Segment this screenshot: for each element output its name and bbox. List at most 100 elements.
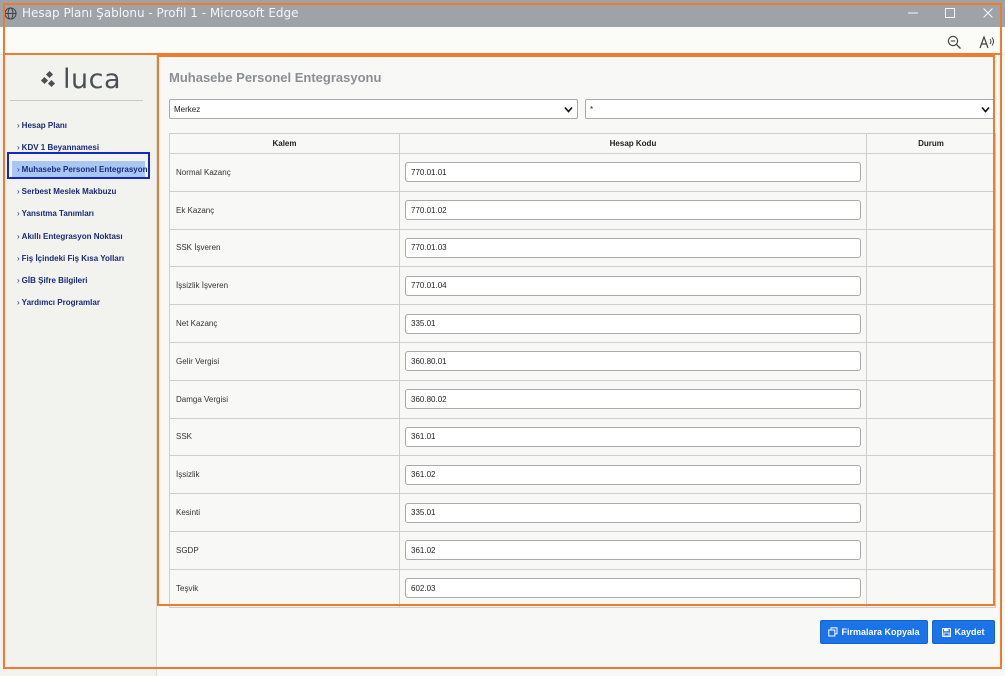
hesap-kodu-input[interactable]: 602.03	[405, 578, 861, 599]
chevron-right-icon: ›	[17, 231, 20, 241]
sidebar-item-yansitma-tanimlari[interactable]: › Yansıtma Tanımları	[12, 203, 150, 225]
hesap-kodu-input[interactable]: 335.01	[405, 502, 861, 523]
hesap-kodu-cell: 335.01	[399, 493, 867, 532]
sidebar-item-serbest-meslek-makbuzu[interactable]: › Serbest Meslek Makbuzu	[12, 181, 150, 203]
hesap-kodu-input[interactable]: 360.80.02	[405, 389, 861, 410]
sidebar-item-label: Yansıtma Tanımları	[21, 209, 94, 219]
hesap-kodu-input[interactable]: 770.01.02	[405, 200, 861, 221]
durum-cell	[866, 530, 996, 570]
sidebar-item-label: Hesap Planı	[21, 120, 68, 130]
sidebar-item-label: Fiş İçindeki Fiş Kısa Yolları	[21, 253, 125, 263]
sidebar-item-hesap-plani[interactable]: › Hesap Planı	[12, 114, 150, 136]
maximize-button[interactable]	[939, 3, 961, 23]
durum-cell	[866, 455, 996, 495]
chevron-right-icon: ›	[17, 209, 20, 219]
kalem-cell: Gelir Vergisi	[169, 341, 400, 381]
kalem-cell: Kesinti	[169, 493, 400, 532]
chevron-right-icon: ›	[17, 120, 20, 130]
table-row: Normal Kazanç 770.01.01	[169, 153, 996, 192]
hesap-kodu-input[interactable]: 770.01.04	[405, 275, 861, 296]
luca-logo-mark	[40, 70, 56, 88]
page-title: Muhasebe Personel Entegrasyonu	[169, 70, 382, 85]
browser-toolbar	[0, 27, 1005, 55]
chevron-right-icon: ›	[17, 298, 20, 308]
chevron-down-icon	[564, 106, 573, 113]
kalem-cell: Net Kazanç	[169, 304, 400, 343]
sidebar-item-fis-kisa-yollari[interactable]: › Fiş İçindeki Fiş Kısa Yolları	[12, 247, 150, 269]
minimize-button[interactable]	[902, 3, 924, 23]
copy-to-companies-label: Firmalara Kopyala	[841, 627, 920, 637]
branch-select-value: Merkez	[174, 104, 201, 114]
hesap-kodu-cell: 361.01	[399, 417, 867, 457]
durum-cell	[866, 568, 996, 608]
hesap-kodu-cell: 335.01	[399, 304, 867, 343]
second-select-value: *	[590, 104, 594, 114]
read-aloud-button[interactable]	[978, 33, 996, 51]
sidebar-item-gib-sifre-bilgileri[interactable]: › GİB Şifre Bilgileri	[12, 269, 150, 291]
chevron-right-icon: ›	[17, 142, 20, 152]
hesap-kodu-input[interactable]: 770.01.01	[405, 162, 861, 183]
hesap-kodu-cell: 770.01.03	[399, 228, 867, 268]
table-row: SGDP 361.02	[169, 530, 996, 570]
table-row: İşsizlik 361.02	[169, 455, 996, 495]
read-aloud-icon	[978, 34, 994, 48]
globe-icon	[4, 7, 17, 20]
table-header-row: Kalem Hesap Kodu Durum	[169, 133, 996, 154]
column-header-hesap-kodu: Hesap Kodu	[399, 133, 867, 154]
sidebar-item-label: Akıllı Entegrasyon Noktası	[21, 231, 123, 241]
hesap-kodu-input[interactable]: 361.02	[405, 540, 861, 561]
durum-cell	[866, 341, 996, 381]
minimize-icon	[908, 12, 918, 14]
zoom-out-icon	[947, 35, 961, 49]
hesap-kodu-cell: 770.01.02	[399, 190, 867, 230]
sidebar-divider	[10, 100, 143, 101]
column-header-durum: Durum	[866, 133, 996, 154]
kalem-cell: İşsizlik İşveren	[169, 266, 400, 306]
sidebar-item-label: Yardımcı Programlar	[21, 298, 100, 308]
durum-cell	[866, 266, 996, 306]
sidebar-item-label: GİB Şifre Bilgileri	[21, 275, 88, 285]
save-button[interactable]: Kaydet	[932, 620, 995, 644]
hesap-kodu-cell: 770.01.04	[399, 266, 867, 306]
luca-logo-text: luca	[63, 63, 122, 95]
title-bar: Hesap Planı Şablonu - Profil 1 - Microso…	[0, 0, 1005, 27]
kalem-cell: SSK	[169, 417, 400, 457]
save-icon	[942, 627, 952, 637]
main-content: Muhasebe Personel Entegrasyonu Merkez * …	[157, 55, 1005, 676]
luca-logo: luca	[40, 63, 121, 95]
column-header-kalem: Kalem	[169, 133, 400, 154]
hesap-kodu-input[interactable]: 361.02	[405, 464, 861, 485]
sidebar-nav: › Hesap Planı › KDV 1 Beyannamesi › Muhaseb…	[12, 114, 150, 314]
hesap-kodu-input[interactable]: 335.01	[405, 313, 861, 334]
durum-cell	[866, 190, 996, 230]
durum-cell	[866, 153, 996, 192]
close-button[interactable]	[977, 3, 999, 23]
sidebar: luca › Hesap Planı › KDV 1 Beyannamesi › Mu…	[0, 55, 157, 676]
hesap-kodu-cell: 360.80.02	[399, 379, 867, 419]
zoom-out-button[interactable]	[945, 33, 963, 51]
hesap-kodu-cell: 360.80.01	[399, 341, 867, 381]
second-select[interactable]: *	[585, 99, 995, 119]
integration-table: Kalem Hesap Kodu Durum Normal Kazanç 770.…	[169, 133, 996, 608]
hesap-kodu-input[interactable]: 770.01.03	[405, 237, 861, 258]
kalem-cell: Ek Kazanç	[169, 190, 400, 230]
save-label: Kaydet	[954, 627, 985, 637]
kalem-cell: Normal Kazanç	[169, 153, 400, 192]
branch-select[interactable]: Merkez	[169, 99, 578, 119]
kalem-cell: İşsizlik	[169, 455, 400, 495]
table-row: Teşvik 602.03	[169, 568, 996, 608]
maximize-icon	[945, 8, 955, 18]
durum-cell	[866, 417, 996, 457]
copy-to-companies-button[interactable]: Firmalara Kopyala	[820, 620, 928, 644]
table-row: Gelir Vergisi 360.80.01	[169, 341, 996, 381]
window-title: Hesap Planı Şablonu - Profil 1 - Microso…	[22, 6, 299, 20]
hesap-kodu-input[interactable]: 361.01	[405, 426, 861, 447]
hesap-kodu-input[interactable]: 360.80.01	[405, 351, 861, 372]
hesap-kodu-cell: 602.03	[399, 568, 867, 608]
durum-cell	[866, 379, 996, 419]
sidebar-item-akilli-entegrasyon-noktasi[interactable]: › Akıllı Entegrasyon Noktası	[12, 225, 150, 247]
durum-cell	[866, 493, 996, 532]
table-row: İşsizlik İşveren 770.01.04	[169, 266, 996, 306]
sidebar-item-yardimci-programlar[interactable]: › Yardımcı Programlar	[12, 292, 150, 314]
chevron-right-icon: ›	[17, 253, 20, 263]
